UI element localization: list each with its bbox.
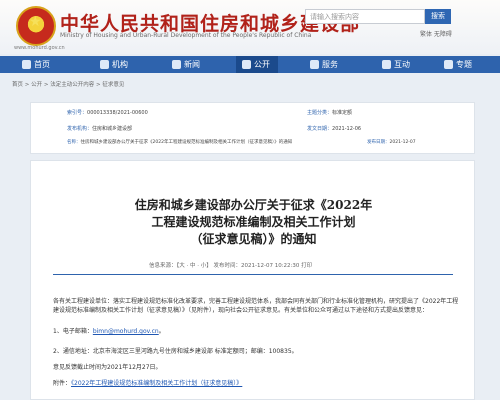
service-icon — [310, 60, 319, 69]
nav-service[interactable]: 服务 — [310, 56, 338, 73]
document-meta-panel: 索引号：000013338/2021-00600 主题分类：标准定额 发布机构：… — [30, 102, 475, 154]
meta-pubdate: 发布日期：2021-12-07 — [367, 140, 416, 145]
article-content: 住房和城乡建设部办公厅关于征求《2022年 工程建设规范标准编制及相关工作计划 … — [30, 160, 475, 400]
article-item-address: 2、通信地址：北京市海淀区三里河路九号住房和城乡建设部 标准定额司；邮编：100… — [53, 348, 298, 355]
home-icon — [22, 60, 31, 69]
meta-index: 索引号：000013338/2021-00600 — [67, 110, 148, 116]
article-info: 信息来源：【大 · 中 · 小】 发布时间：2021-12-07 10:22:3… — [149, 263, 313, 269]
national-emblem-logo — [16, 6, 56, 46]
search-input[interactable]: 请输入搜索内容 — [305, 9, 425, 24]
nav-home[interactable]: 首页 — [22, 56, 50, 73]
meta-org: 发布机构：住房和城乡建设部 — [67, 126, 133, 132]
breadcrumb[interactable]: 首页 > 公开 > 法定主动公开内容 > 征求意见 — [12, 80, 124, 88]
article-attachment: 附件：《2022年工程建设规范标准编制及相关工作计划（征求意见稿）》 — [53, 380, 243, 387]
article-title: 住房和城乡建设部办公厅关于征求《2022年 工程建设规范标准编制及相关工作计划 … — [134, 198, 373, 246]
divider — [53, 274, 453, 275]
site-title-en: Ministry of Housing and Urban-Rural Deve… — [60, 32, 312, 39]
search-button[interactable]: 搜索 — [425, 9, 451, 24]
site-header: 中华人民共和国住房和城乡建设部 Ministry of Housing and … — [0, 0, 500, 54]
news-icon — [172, 60, 181, 69]
meta-name: 名称：住房和城乡建设部办公厅关于征求《2022年工程建设规范标准编制及相关工作计… — [67, 140, 293, 145]
nav-news[interactable]: 新闻 — [172, 56, 200, 73]
attachment-link[interactable]: 《2022年工程建设规范标准编制及相关工作计划（征求意见稿）》 — [71, 380, 242, 387]
nav-open[interactable]: 公开 — [236, 56, 278, 73]
nav-org[interactable]: 机构 — [100, 56, 128, 73]
org-icon — [100, 60, 109, 69]
main-nav: 首页 机构 新闻 公开 服务 互动 专题 — [0, 56, 500, 73]
site-domain: www.mohurd.gov.cn — [14, 45, 65, 51]
header-links[interactable]: 繁体 无障碍 — [420, 29, 452, 38]
article-paragraph: 各有关工程建设单位：落实工程建设规范标准化改革要求，完善工程建设规范体系，我部会… — [53, 298, 459, 314]
open-icon — [242, 60, 251, 69]
interact-icon — [382, 60, 391, 69]
topic-icon — [444, 60, 453, 69]
meta-category: 主题分类：标准定额 — [307, 110, 353, 116]
article-item-email: 1、电子邮箱：bimn@mohurd.gov.cn。 — [53, 328, 165, 335]
email-link[interactable]: bimn@mohurd.gov.cn — [93, 328, 159, 335]
meta-date: 发文日期：2021-12-06 — [307, 126, 362, 132]
nav-topic[interactable]: 专题 — [444, 56, 472, 73]
article-deadline: 意见反馈截止时间为2021年12月27日。 — [53, 364, 162, 371]
nav-interact[interactable]: 互动 — [382, 56, 410, 73]
